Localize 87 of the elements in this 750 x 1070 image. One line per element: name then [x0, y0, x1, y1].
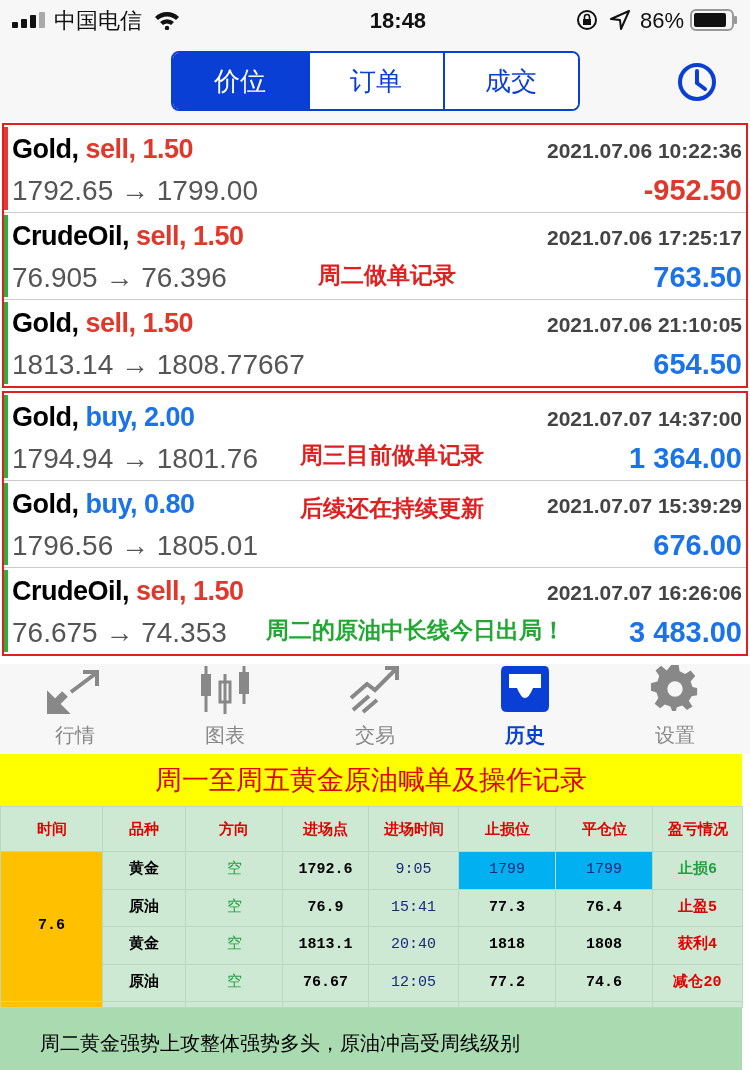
profit-amount: 654.50: [653, 347, 742, 382]
banner-title: 周一至周五黄金原油喊单及操作记录: [0, 754, 742, 806]
signal-icon: [12, 12, 48, 28]
price-range: 76.675 → 74.353: [12, 616, 227, 650]
trade-side: buy, 0.80: [85, 488, 195, 521]
candlestick-icon: [198, 664, 252, 714]
table-cell: 原油: [102, 889, 186, 927]
column-header: 平仓位: [555, 806, 653, 852]
table-cell: 1808: [555, 926, 653, 964]
table-cell: 1818: [458, 926, 556, 964]
table-cell: 12:05: [368, 964, 459, 1002]
trade-time: 2021.07.06 17:25:17: [547, 225, 742, 251]
table-cell: 空: [185, 926, 283, 964]
table-cell: 止损6: [652, 851, 743, 889]
trade-side: sell, 1.50: [136, 575, 244, 608]
trade-time: 2021.07.06 21:10:05: [547, 312, 742, 338]
column-header: 时间: [0, 806, 103, 852]
table-cell: 1799: [458, 851, 556, 889]
symbol-name: CrudeOil,: [12, 220, 129, 253]
trade-time: 2021.07.07 14:37:00: [547, 405, 742, 432]
table-cell: 减仓20: [652, 964, 743, 1002]
trade-time: 2021.07.07 15:39:29: [547, 493, 742, 519]
profit-amount: 1 364.00: [629, 440, 742, 476]
symbol-name: CrudeOil,: [12, 575, 129, 608]
column-header: 盈亏情况: [652, 806, 743, 852]
table-cell: 1792.6: [282, 851, 369, 889]
price-range: 1813.14 → 1808.77667: [12, 348, 305, 382]
table-cell: 止盈5: [652, 889, 743, 927]
table-cell: 74.6: [555, 964, 653, 1002]
location-icon: [609, 10, 630, 30]
annotation-text: 周二的原油中长线今日出局！: [266, 616, 565, 645]
footer-note: 周二黄金强势上攻整体强势多头，原油冲高受周线级别: [0, 1008, 742, 1070]
profit-amount: 763.50: [653, 260, 742, 295]
annotation-text: 周二做单记录: [318, 261, 456, 290]
table-cell: 77.3: [458, 889, 556, 927]
annotation-text: 后续还在持续更新: [300, 494, 484, 523]
table-cell: 77.2: [458, 964, 556, 1002]
profit-amount: 676.00: [653, 528, 742, 563]
carrier-name: 中国电信: [54, 6, 142, 35]
segment-tab[interactable]: 成交: [442, 53, 578, 109]
symbol-name: Gold,: [12, 400, 79, 434]
table-cell: 20:40: [368, 926, 459, 964]
column-header: 进场时间: [368, 806, 459, 852]
trade-side: buy, 2.00: [85, 400, 195, 434]
segment-tab[interactable]: 订单: [307, 53, 443, 109]
table-cell: 9:05: [368, 851, 459, 889]
rotation-lock-icon: [575, 9, 598, 31]
table-cell: 黄金: [102, 851, 186, 889]
battery-percent: 86%: [639, 6, 684, 35]
table-cell: 1799: [555, 851, 653, 889]
trade-side: sell, 1.50: [85, 132, 194, 166]
price-range: 1796.56 → 1805.01: [12, 529, 258, 563]
table-cell: 1813.1: [282, 926, 369, 964]
profit-amount: 3 483.00: [629, 615, 742, 650]
table-cell: 76.9: [282, 889, 369, 927]
table-cell: 原油: [102, 964, 186, 1002]
price-range: 1792.65 → 1799.00: [12, 173, 258, 208]
symbol-name: Gold,: [12, 488, 79, 521]
table-cell: 76.4: [555, 889, 653, 927]
table-cell: 黄金: [102, 926, 186, 964]
column-header: 进场点: [282, 806, 369, 852]
table-cell: 空: [185, 889, 283, 927]
wifi-icon: [154, 10, 180, 30]
trade-side: sell, 1.50: [136, 220, 244, 253]
column-header: 方向: [185, 806, 283, 852]
table-cell: 15:41: [368, 889, 459, 927]
segment-tab[interactable]: 价位: [172, 53, 308, 109]
table-cell: 获利4: [652, 926, 743, 964]
tab-bar-item[interactable]: 历史: [450, 664, 600, 754]
symbol-name: Gold,: [12, 132, 79, 166]
date-cell: 7.6: [0, 851, 103, 1002]
trade-side: sell, 1.50: [85, 307, 194, 340]
profit-amount: -952.50: [643, 172, 742, 208]
trade-time: 2021.07.06 10:22:36: [547, 137, 742, 164]
column-header: 止损位: [458, 806, 556, 852]
price-range: 76.905 → 76.396: [12, 261, 227, 295]
clock-icon[interactable]: [677, 62, 717, 102]
table-cell: 空: [185, 851, 283, 889]
price-range: 1794.94 → 1801.76: [12, 441, 258, 476]
trade-time: 2021.07.07 16:26:06: [547, 580, 742, 606]
table-cell: 空: [185, 964, 283, 1002]
column-header: 品种: [102, 806, 186, 852]
annotation-text: 周三目前做单记录: [300, 441, 484, 470]
battery-icon: [690, 9, 738, 31]
symbol-name: Gold,: [12, 307, 79, 340]
clock-time: 18:48: [368, 6, 428, 35]
table-cell: 76.67: [282, 964, 369, 1002]
